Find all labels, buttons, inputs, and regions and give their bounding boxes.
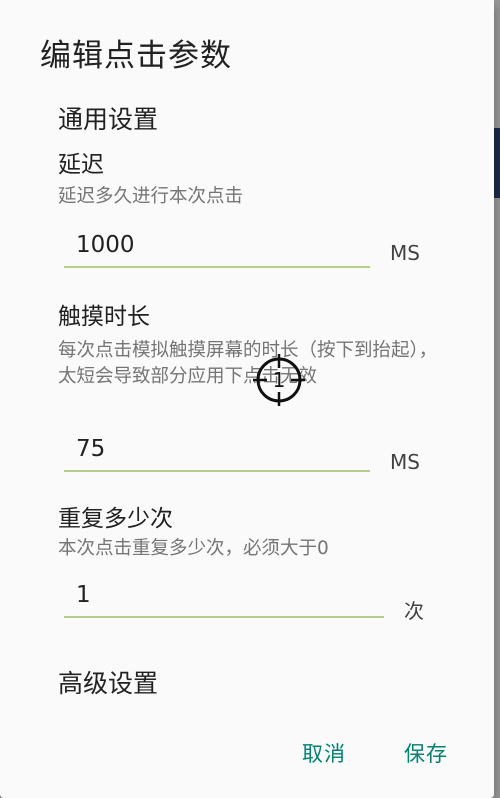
repeat-input-wrap xyxy=(64,576,384,618)
touch-duration-input[interactable] xyxy=(64,430,370,468)
click-target-crosshair-icon[interactable]: 1 xyxy=(253,354,305,406)
general-settings-heading: 通用设置 xyxy=(58,105,159,134)
delay-input[interactable] xyxy=(64,226,370,264)
delay-title: 延迟 xyxy=(58,152,104,178)
delay-input-wrap xyxy=(64,226,370,268)
advanced-settings-heading[interactable]: 高级设置 xyxy=(58,664,158,700)
repeat-unit: 次 xyxy=(404,599,424,623)
repeat-input[interactable] xyxy=(64,576,384,614)
dialog-title: 编辑点击参数 xyxy=(40,38,232,74)
save-button[interactable]: 保存 xyxy=(404,738,448,768)
touch-duration-title: 触摸时长 xyxy=(58,304,150,330)
click-target-number: 1 xyxy=(273,368,286,392)
backdrop-edge xyxy=(494,128,500,198)
edit-click-dialog: 编辑点击参数 通用设置 延迟 延迟多久进行本次点击 MS 触摸时长 每次点击模拟… xyxy=(0,0,494,798)
repeat-title: 重复多少次 xyxy=(58,506,173,532)
crosshair-icon: 1 xyxy=(253,354,305,406)
touch-duration-unit: MS xyxy=(390,450,420,474)
delay-description: 延迟多久进行本次点击 xyxy=(58,186,244,207)
cancel-button[interactable]: 取消 xyxy=(302,738,346,768)
touch-duration-input-wrap xyxy=(64,430,370,472)
delay-unit: MS xyxy=(390,241,420,265)
repeat-description: 本次点击重复多少次，必须大于0 xyxy=(58,538,329,559)
